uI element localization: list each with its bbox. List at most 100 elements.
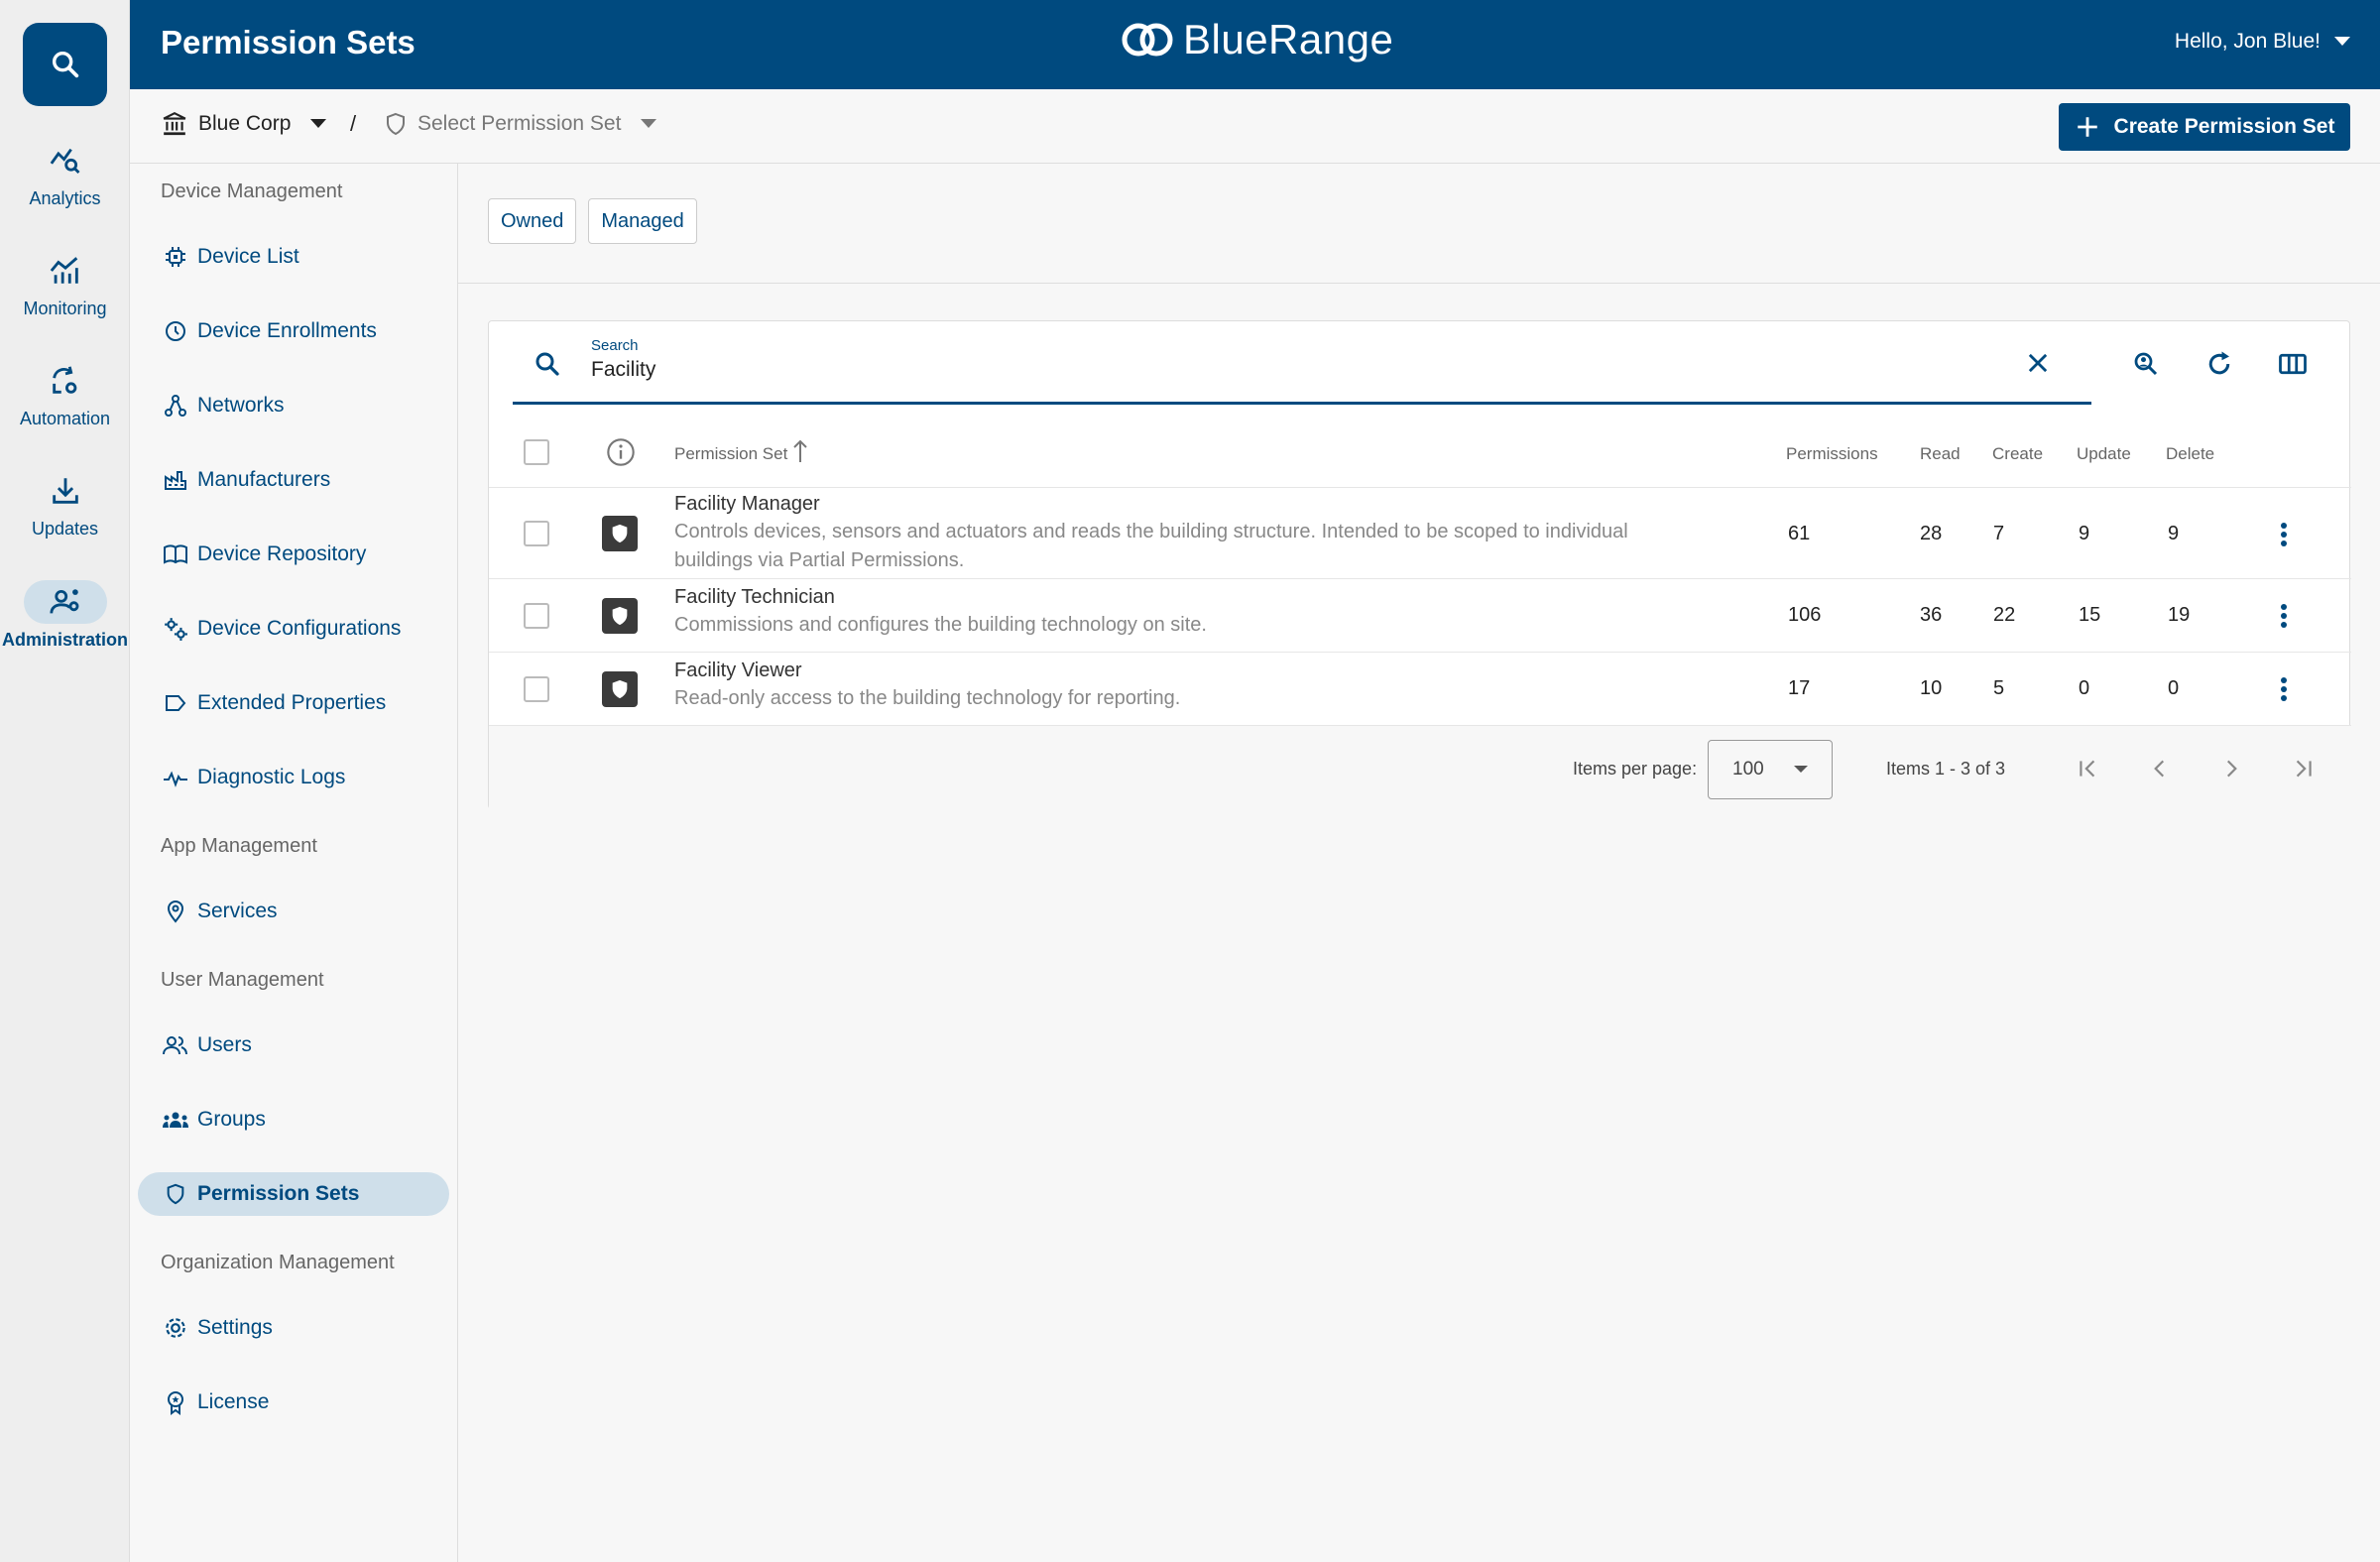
- user-greeting: Hello, Jon Blue!: [2174, 30, 2320, 53]
- permission-set-name: Facility Technician: [674, 586, 835, 608]
- shield-outline-icon: [387, 112, 405, 136]
- pulse-icon: [164, 771, 187, 787]
- sidebar-nav: Device Management Device List Device Enr…: [130, 164, 458, 1562]
- chevron-down-icon: [641, 119, 657, 128]
- building-icon: [163, 111, 186, 136]
- items-per-page-select[interactable]: 100: [1708, 740, 1833, 799]
- sidebar-item-manufacturers[interactable]: Manufacturers: [138, 458, 449, 502]
- permission-set-name: Facility Manager: [674, 493, 820, 515]
- rail-item-automation[interactable]: Automation: [0, 359, 130, 429]
- columns-icon[interactable]: [2278, 349, 2308, 379]
- sidebar-item-services[interactable]: Services: [138, 890, 449, 933]
- permission-set-avatar: [602, 671, 638, 707]
- items-per-page-value: 100: [1732, 759, 1764, 780]
- close-icon[interactable]: [2024, 349, 2052, 377]
- select-all-checkbox[interactable]: [524, 439, 549, 465]
- chevron-down-icon: [310, 119, 327, 128]
- column-header-permission-set[interactable]: Permission Set: [674, 438, 809, 464]
- permission-set-description: Commissions and configures the building …: [674, 614, 1207, 636]
- sidebar-item-networks[interactable]: Networks: [138, 384, 449, 427]
- plus-icon: [2077, 117, 2097, 137]
- column-header-create[interactable]: Create: [1992, 444, 2043, 464]
- permission-set-placeholder: Select Permission Set: [417, 112, 622, 135]
- sidebar-item-groups[interactable]: Groups: [138, 1098, 449, 1141]
- search-input[interactable]: Facility: [591, 358, 655, 382]
- divider: [458, 283, 2380, 284]
- global-search-button[interactable]: [23, 23, 107, 106]
- analytics-icon: [50, 148, 79, 175]
- permission-set-avatar: [602, 598, 638, 634]
- rail-item-administration[interactable]: Administration: [0, 580, 130, 651]
- sidebar-item-users[interactable]: Users: [138, 1023, 449, 1067]
- sidebar-item-settings[interactable]: Settings: [138, 1306, 449, 1350]
- organization-selector[interactable]: Blue Corp: [161, 111, 327, 137]
- location-pin-icon: [167, 901, 184, 923]
- update-count: 9: [2079, 523, 2090, 544]
- app-header: Permission Sets BlueRange Hello, Jon Blu…: [130, 0, 2380, 89]
- chip-icon: [166, 247, 185, 267]
- tab-owned[interactable]: Owned: [488, 198, 577, 244]
- sidebar-item-device-repository[interactable]: Device Repository: [138, 533, 449, 576]
- sidebar-item-device-enrollments[interactable]: Device Enrollments: [138, 309, 449, 353]
- search-field[interactable]: Search Facility: [513, 321, 2091, 405]
- refresh-icon[interactable]: [2204, 349, 2234, 379]
- row-checkbox[interactable]: [524, 521, 549, 546]
- table-row[interactable]: Facility Technician Commissions and conf…: [489, 579, 2351, 653]
- column-header-permissions[interactable]: Permissions: [1786, 444, 1878, 464]
- filter-tabs: Owned Managed: [488, 198, 697, 244]
- more-vertical-icon[interactable]: [2280, 522, 2288, 547]
- sidebar-item-label: License: [197, 1390, 270, 1413]
- sidebar-item-license[interactable]: License: [138, 1381, 449, 1424]
- advanced-search-icon[interactable]: [2131, 349, 2161, 379]
- update-count: 0: [2079, 677, 2090, 699]
- first-page-icon[interactable]: [2076, 756, 2101, 781]
- create-permission-set-button[interactable]: Create Permission Set: [2059, 103, 2350, 151]
- info-icon[interactable]: [605, 436, 637, 468]
- sidebar-item-diagnostic-logs[interactable]: Diagnostic Logs: [138, 756, 449, 799]
- shield-icon: [167, 1183, 184, 1205]
- tag-icon: [166, 695, 186, 711]
- navigation-rail: Analytics Monitoring Automation Updates …: [0, 0, 130, 1562]
- sidebar-item-device-configurations[interactable]: Device Configurations: [138, 607, 449, 651]
- gears-icon: [165, 618, 187, 641]
- license-badge-icon: [168, 1391, 183, 1415]
- monitoring-icon: [50, 257, 78, 284]
- create-count: 22: [1993, 604, 2016, 626]
- search-icon: [536, 352, 559, 376]
- column-header-delete[interactable]: Delete: [2166, 444, 2214, 464]
- nav-section-title: User Management: [161, 969, 324, 991]
- column-header-read[interactable]: Read: [1920, 444, 1961, 464]
- rail-item-monitoring[interactable]: Monitoring: [0, 249, 130, 319]
- previous-page-icon[interactable]: [2147, 756, 2173, 781]
- tab-managed[interactable]: Managed: [588, 198, 697, 244]
- rail-label: Analytics: [29, 188, 101, 208]
- delete-count: 9: [2168, 523, 2180, 544]
- book-icon: [164, 544, 187, 564]
- sidebar-item-extended-properties[interactable]: Extended Properties: [138, 681, 449, 725]
- row-checkbox[interactable]: [524, 603, 549, 629]
- rail-item-updates[interactable]: Updates: [0, 469, 130, 540]
- last-page-icon[interactable]: [2290, 756, 2316, 781]
- sidebar-item-label: Device Repository: [197, 542, 367, 565]
- permission-set-selector[interactable]: Select Permission Set: [384, 111, 657, 137]
- sidebar-item-label: Groups: [197, 1108, 266, 1131]
- column-header-update[interactable]: Update: [2077, 444, 2131, 464]
- user-menu[interactable]: Hello, Jon Blue!: [2175, 30, 2350, 54]
- more-vertical-icon[interactable]: [2280, 676, 2288, 702]
- table-row[interactable]: Facility Manager Controls devices, senso…: [489, 488, 2351, 579]
- sidebar-item-permission-sets[interactable]: Permission Sets: [138, 1172, 449, 1216]
- next-page-icon[interactable]: [2218, 756, 2244, 781]
- sidebar-item-device-list[interactable]: Device List: [138, 235, 449, 279]
- more-vertical-icon[interactable]: [2280, 603, 2288, 629]
- table-row[interactable]: Facility Viewer Read-only access to the …: [489, 653, 2351, 725]
- row-checkbox[interactable]: [524, 676, 549, 702]
- updates-icon: [52, 478, 78, 504]
- rail-item-analytics[interactable]: Analytics: [0, 139, 130, 209]
- read-count: 28: [1920, 523, 1943, 544]
- sidebar-item-label: Diagnostic Logs: [197, 766, 346, 788]
- table-paginator: Items per page: 100 Items 1 - 3 of 3: [489, 725, 2351, 810]
- rail-label: Updates: [31, 519, 99, 539]
- sidebar-item-label: Extended Properties: [197, 691, 387, 714]
- rail-label: Administration: [1, 630, 128, 650]
- permission-set-description: Read-only access to the building technol…: [674, 687, 1181, 709]
